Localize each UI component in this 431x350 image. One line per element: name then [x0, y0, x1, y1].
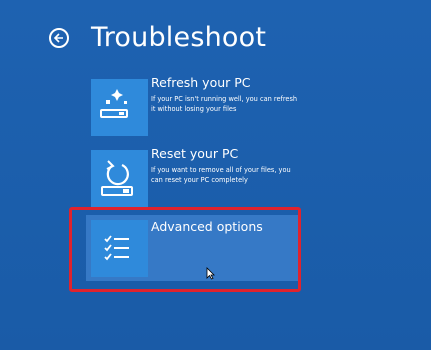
reset-drive-icon	[91, 150, 148, 207]
selection-highlight	[69, 207, 301, 292]
reset-pc-option[interactable]: Reset your PC If you want to remove all …	[91, 146, 296, 207]
option-description: If your PC isn't running well, you can r…	[151, 95, 298, 113]
back-arrow-icon[interactable]	[49, 28, 69, 48]
page-title: Troubleshoot	[91, 22, 267, 53]
refresh-sparkle-icon	[91, 79, 148, 136]
troubleshoot-screen: Troubleshoot Refresh your PC If your PC …	[0, 0, 431, 350]
refresh-pc-option[interactable]: Refresh your PC If your PC isn't running…	[91, 75, 297, 136]
mouse-pointer-icon	[206, 265, 215, 284]
option-description: If you want to remove all of your files,…	[151, 166, 291, 184]
option-title: Reset your PC	[151, 146, 239, 161]
option-title: Refresh your PC	[151, 75, 251, 90]
